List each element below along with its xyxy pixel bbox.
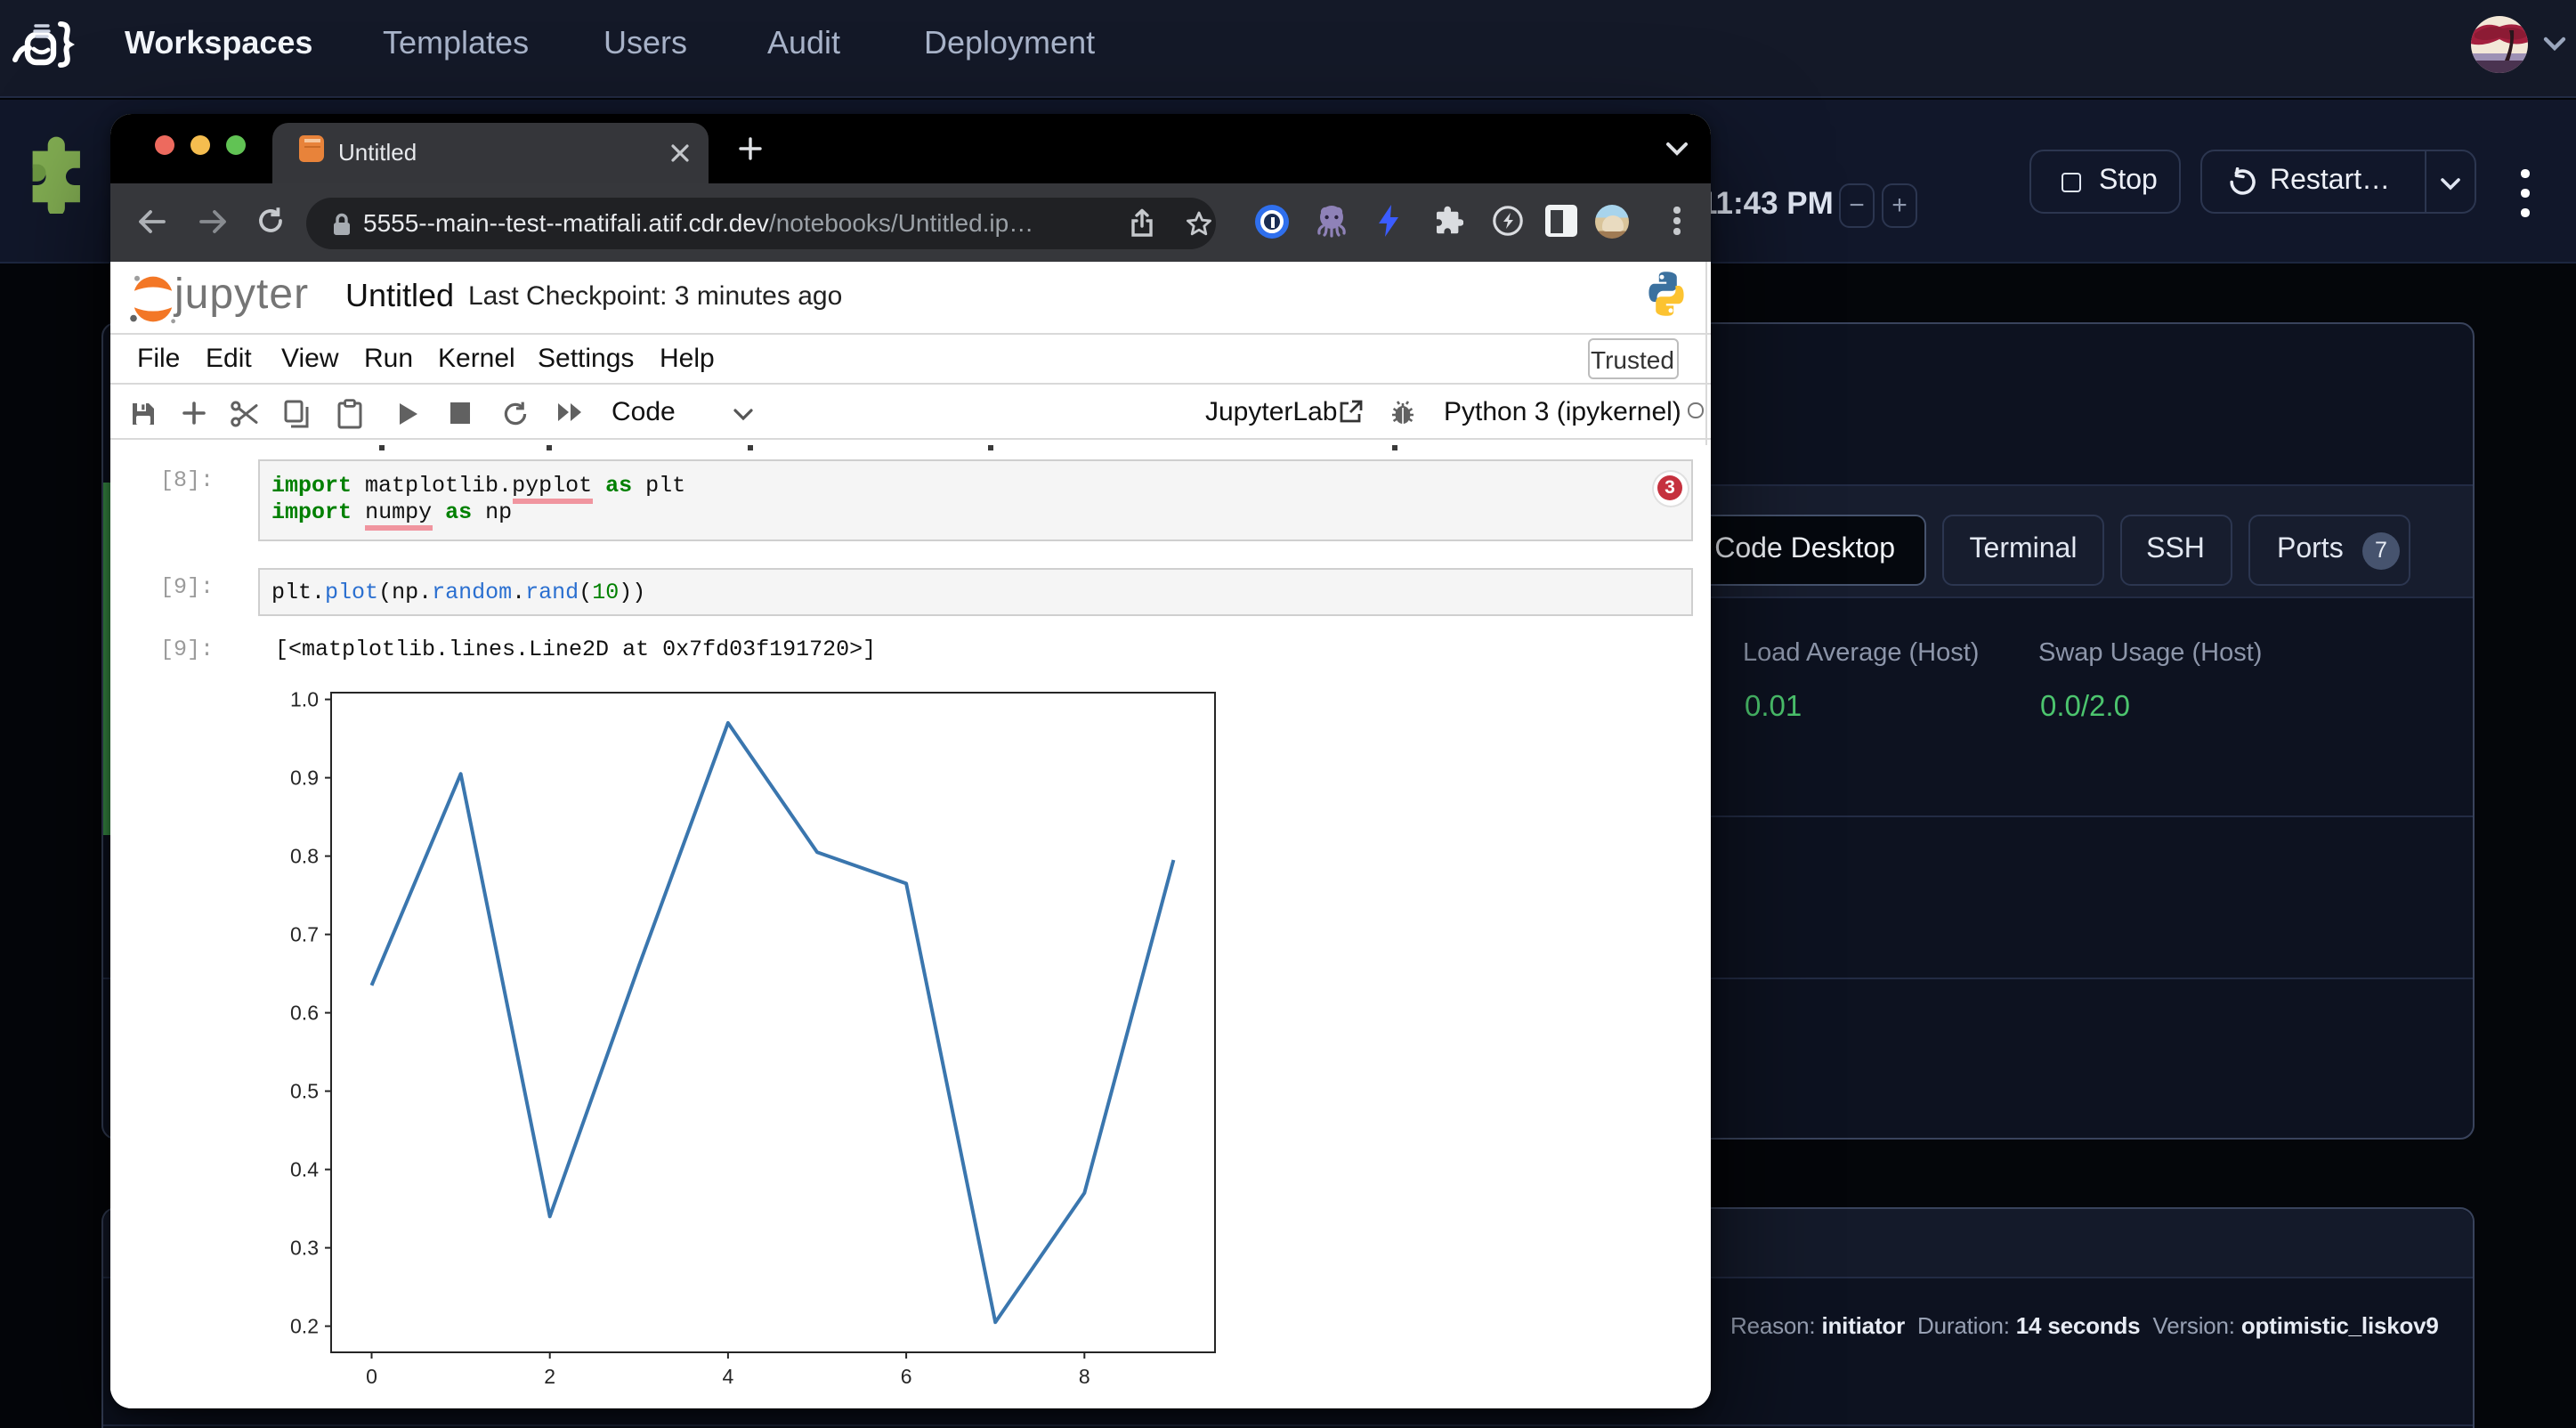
svg-text:0.9: 0.9 [290, 767, 319, 790]
svg-text:8: 8 [1079, 1365, 1090, 1388]
svg-text:2: 2 [544, 1365, 555, 1388]
svg-text:0.5: 0.5 [290, 1080, 319, 1103]
svg-text:6: 6 [901, 1365, 912, 1388]
svg-text:0.3: 0.3 [290, 1237, 319, 1260]
svg-text:0.4: 0.4 [290, 1158, 319, 1181]
svg-text:0.6: 0.6 [290, 1002, 319, 1025]
svg-text:4: 4 [723, 1365, 734, 1388]
svg-text:0.2: 0.2 [290, 1315, 319, 1338]
svg-text:0.7: 0.7 [290, 923, 319, 946]
svg-text:0: 0 [366, 1365, 377, 1388]
svg-text:1.0: 1.0 [290, 688, 319, 711]
svg-text:0.8: 0.8 [290, 845, 319, 868]
